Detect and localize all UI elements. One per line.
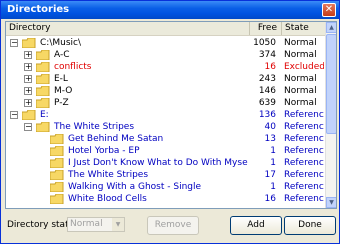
tree-row[interactable]: Get Behind Me Satan 13 Reference	[6, 133, 326, 145]
row-name: A-C	[54, 50, 70, 60]
folder-icon	[36, 62, 50, 72]
row-free: 374	[258, 50, 276, 60]
plus-icon[interactable]: +	[24, 75, 32, 83]
row-state: Reference	[284, 194, 324, 204]
folder-icon	[36, 98, 50, 108]
plus-icon[interactable]: +	[24, 63, 32, 71]
folder-icon	[50, 146, 64, 156]
bottom-bar: Directory state: Normal ▼ Remove Add Don…	[1, 213, 339, 243]
column-header-directory[interactable]: Directory	[6, 22, 250, 35]
tree-row[interactable]: The White Stripes 17 Reference	[6, 169, 326, 181]
row-name: Walking With a Ghost - Single	[68, 182, 202, 192]
row-free: 1	[270, 182, 276, 192]
plus-icon[interactable]: +	[24, 51, 32, 59]
row-free: 146	[258, 86, 276, 96]
row-free: 40	[264, 122, 276, 132]
plus-icon[interactable]: +	[24, 99, 32, 107]
scroll-down-icon[interactable]: ▼	[326, 197, 336, 208]
title-bar[interactable]: Directories ✕	[1, 1, 339, 19]
folder-icon	[50, 194, 64, 204]
folder-icon	[22, 38, 36, 48]
vertical-scrollbar[interactable]: ▲ ▼	[325, 22, 336, 208]
row-state: Reference	[284, 158, 324, 168]
row-state: Normal	[284, 74, 317, 84]
row-name: I Just Don't Know What to Do With Myself…	[68, 158, 248, 168]
directory-tree[interactable]: Directory Free State − C:\Music\ 1050 No…	[5, 21, 337, 209]
row-name: The White Stripes	[68, 170, 149, 180]
row-state: Reference	[284, 182, 324, 192]
row-name: Get Behind Me Satan	[68, 134, 164, 144]
tree-row[interactable]: + A-C 374 Normal	[6, 49, 326, 61]
folder-icon	[50, 158, 64, 168]
row-name: M-O	[54, 86, 73, 96]
row-state: Normal	[284, 98, 317, 108]
row-name: Hotel Yorba - EP	[68, 146, 140, 156]
folder-icon	[36, 86, 50, 96]
scrollbar-thumb[interactable]	[326, 34, 336, 134]
row-free: 1	[270, 158, 276, 168]
minus-icon[interactable]: −	[10, 111, 18, 119]
folder-icon	[50, 182, 64, 192]
folder-icon	[36, 74, 50, 84]
row-name: The White Stripes	[54, 122, 135, 132]
row-free: 1050	[253, 38, 276, 48]
add-button[interactable]: Add	[230, 216, 282, 235]
minus-icon[interactable]: −	[10, 39, 18, 47]
tree-row[interactable]: − E: 136 Reference	[6, 109, 326, 121]
done-button[interactable]: Done	[284, 216, 336, 235]
row-name: conflicts	[54, 62, 92, 72]
remove-button[interactable]: Remove	[147, 216, 199, 235]
window-title: Directories	[7, 4, 70, 15]
row-free: 136	[258, 110, 276, 120]
directory-state-select[interactable]: Normal ▼	[67, 217, 125, 232]
column-header-free[interactable]: Free	[250, 22, 282, 35]
row-state: Reference	[284, 134, 324, 144]
tree-row[interactable]: + P-Z 639 Normal	[6, 97, 326, 109]
row-state: Reference	[284, 170, 324, 180]
tree-rows: − C:\Music\ 1050 Normal + A-C 374 Normal…	[6, 37, 326, 208]
row-free: 17	[264, 170, 276, 180]
tree-row[interactable]: − C:\Music\ 1050 Normal	[6, 37, 326, 49]
tree-row[interactable]: + M-O 146 Normal	[6, 85, 326, 97]
row-name: C:\Music\	[40, 38, 81, 48]
row-free: 16	[264, 194, 276, 204]
row-free: 639	[258, 98, 276, 108]
scroll-up-icon[interactable]: ▲	[326, 22, 336, 33]
tree-row[interactable]: Walking With a Ghost - Single 1 Referenc…	[6, 181, 326, 193]
chevron-down-icon[interactable]: ▼	[112, 218, 124, 231]
column-header-state[interactable]: State	[282, 22, 326, 35]
folder-icon	[50, 170, 64, 180]
row-name: E:	[40, 110, 49, 120]
folder-icon	[50, 134, 64, 144]
tree-row[interactable]: + E-L 243 Normal	[6, 73, 326, 85]
row-name: E-L	[54, 74, 68, 84]
folder-icon	[36, 50, 50, 60]
tree-row[interactable]: − The White Stripes 40 Reference	[6, 121, 326, 133]
plus-icon[interactable]: +	[24, 87, 32, 95]
row-state: Reference	[284, 110, 324, 120]
folder-icon	[36, 122, 50, 132]
row-state: Normal	[284, 86, 317, 96]
tree-row[interactable]: Hotel Yorba - EP 1 Reference	[6, 145, 326, 157]
tree-row[interactable]: + conflicts 16 Excluded	[6, 61, 326, 73]
close-icon[interactable]: ✕	[322, 3, 336, 17]
directories-dialog: Directories ✕ Directory Free State − C:\…	[0, 0, 340, 244]
row-free: 16	[264, 62, 276, 72]
row-state: Normal	[284, 38, 317, 48]
row-name: P-Z	[54, 98, 69, 108]
row-free: 243	[258, 74, 276, 84]
row-state: Excluded	[284, 62, 324, 72]
select-value: Normal	[70, 219, 103, 229]
minus-icon[interactable]: −	[24, 123, 32, 131]
folder-icon	[22, 110, 36, 120]
row-state: Reference	[284, 122, 324, 132]
row-state: Reference	[284, 146, 324, 156]
row-state: Normal	[284, 50, 317, 60]
row-name: White Blood Cells	[68, 194, 147, 204]
tree-row[interactable]: White Blood Cells 16 Reference	[6, 193, 326, 205]
row-free: 13	[264, 134, 276, 144]
row-free: 1	[270, 146, 276, 156]
tree-header: Directory Free State	[6, 22, 326, 36]
tree-row[interactable]: I Just Don't Know What to Do With Myself…	[6, 157, 326, 169]
